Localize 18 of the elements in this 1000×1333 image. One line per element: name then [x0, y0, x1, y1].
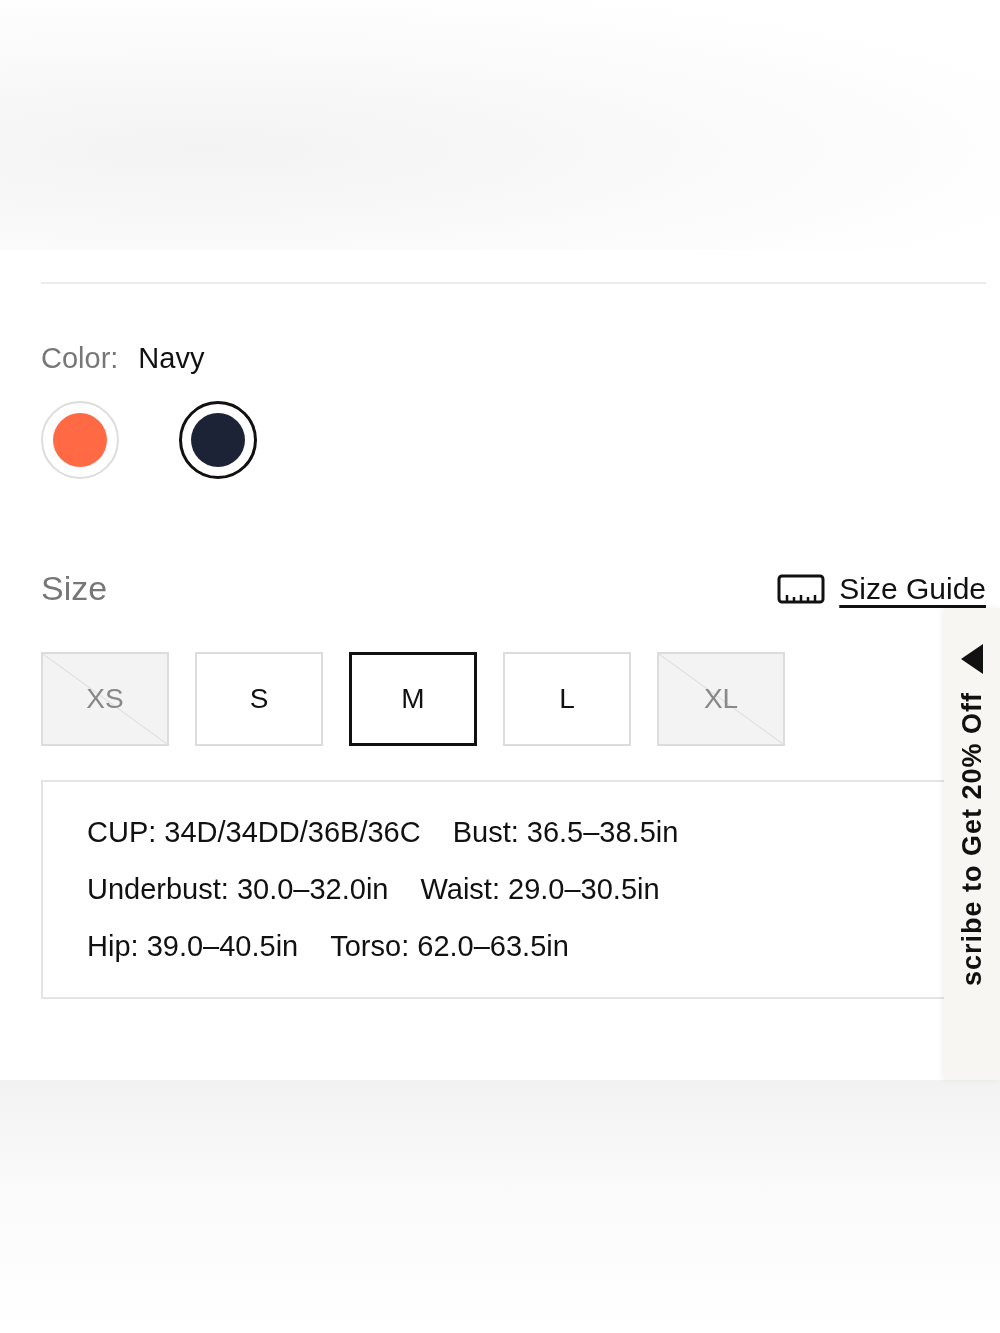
size-option[interactable]: S [195, 652, 323, 746]
measurement-text: Waist: 29.0–30.5in [420, 873, 660, 906]
size-guide-link[interactable]: Size Guide [777, 571, 986, 606]
measurement-text: Hip: 39.0–40.5in [87, 930, 299, 963]
measurement-text: Torso: 62.0–63.5in [330, 930, 569, 963]
color-swatch[interactable] [179, 401, 257, 479]
measurement-text: CUP: 34D/34DD/36B/36C [87, 816, 421, 849]
measurement-text: Underbust: 30.0–32.0in [87, 873, 389, 906]
size-label: Size [41, 569, 108, 608]
color-value: Navy [138, 342, 205, 375]
triangle-icon [961, 644, 983, 674]
size-option[interactable]: L [503, 652, 631, 746]
promo-tab[interactable]: scribe to Get 20% Off [944, 608, 1000, 1080]
color-label: Color: [41, 342, 119, 375]
promo-text: scribe to Get 20% Off [956, 692, 988, 987]
ruler-icon [777, 573, 826, 604]
size-option[interactable]: M [349, 652, 477, 746]
measurement-text: Bust: 36.5–38.5in [452, 816, 679, 849]
